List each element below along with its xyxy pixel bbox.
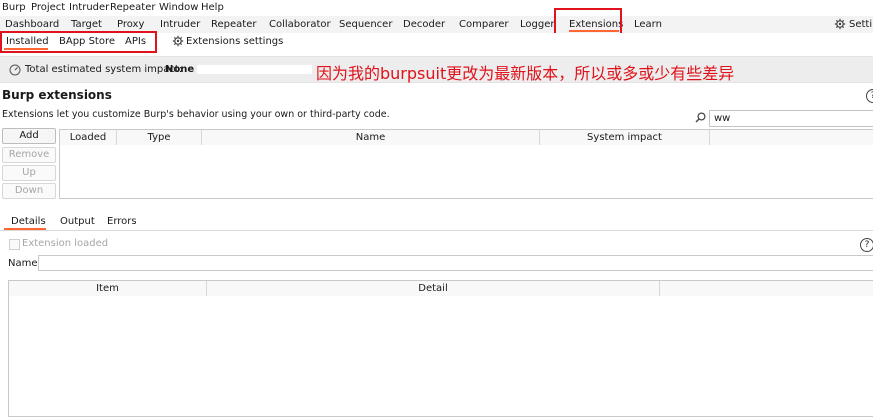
subtabs-highlight-box: [0, 31, 157, 53]
column-header-detail[interactable]: Detail: [207, 281, 660, 296]
tab-details[interactable]: Details: [11, 216, 46, 227]
details-table[interactable]: Item Detail: [8, 280, 873, 417]
tab-logger[interactable]: Logger: [520, 19, 554, 30]
search-input[interactable]: ww: [709, 110, 873, 127]
menu-repeater[interactable]: Repeater: [110, 2, 155, 13]
tab-repeater[interactable]: Repeater: [211, 19, 256, 30]
tab-dashboard[interactable]: Dashboard: [5, 19, 59, 30]
name-field[interactable]: [38, 255, 873, 271]
gauge-icon: [9, 64, 21, 79]
column-header-system-impact[interactable]: System impact: [540, 130, 710, 145]
column-header-loaded[interactable]: Loaded: [60, 130, 117, 145]
tab-collaborator[interactable]: Collaborator: [269, 19, 331, 30]
add-button[interactable]: Add: [2, 128, 56, 144]
gear-icon[interactable]: [834, 18, 846, 33]
help-icon[interactable]: ?: [866, 89, 873, 103]
annotation-text: 因为我的burpsuit更改为最新版本，所以或多或少有些差异: [316, 64, 735, 83]
extension-loaded-checkbox[interactable]: [9, 239, 20, 250]
active-details-tab-underline: [4, 228, 46, 230]
search-icon: [695, 112, 706, 126]
menu-help[interactable]: Help: [201, 2, 224, 13]
extensions-settings-button[interactable]: Extensions settings: [186, 36, 283, 47]
impact-value: None: [165, 64, 195, 75]
extensions-table[interactable]: Loaded Type Name System impact: [59, 129, 873, 199]
section-title: Burp extensions: [2, 88, 112, 102]
details-tabs: Details Output Errors: [0, 212, 873, 231]
name-label: Name:: [8, 258, 41, 269]
tab-proxy[interactable]: Proxy: [117, 19, 144, 30]
section-description: Extensions let you customize Burp's beha…: [2, 109, 390, 120]
tab-output[interactable]: Output: [60, 216, 95, 227]
remove-button[interactable]: Remove: [2, 147, 56, 163]
column-header-item[interactable]: Item: [9, 281, 207, 296]
menu-intruder[interactable]: Intruder: [69, 2, 109, 13]
column-header-name[interactable]: Name: [202, 130, 540, 145]
column-header-type[interactable]: Type: [117, 130, 202, 145]
help-icon[interactable]: ?: [860, 238, 873, 252]
gear-icon[interactable]: [172, 35, 184, 50]
extensions-highlight-box: [554, 8, 622, 36]
menu-project[interactable]: Project: [31, 2, 65, 13]
up-button[interactable]: Up: [2, 165, 56, 181]
search-input-value: ww: [714, 113, 731, 124]
tab-learn[interactable]: Learn: [634, 19, 662, 30]
tab-decoder[interactable]: Decoder: [403, 19, 445, 30]
settings-label[interactable]: Settings: [849, 19, 873, 30]
menu-burp[interactable]: Burp: [2, 2, 26, 13]
tab-intruder[interactable]: Intruder: [160, 19, 200, 30]
tab-errors[interactable]: Errors: [107, 216, 137, 227]
impact-label: Total estimated system impact:: [25, 64, 183, 75]
tab-target[interactable]: Target: [71, 19, 102, 30]
impact-meter: [197, 65, 312, 74]
tab-comparer[interactable]: Comparer: [459, 19, 508, 30]
tab-sequencer[interactable]: Sequencer: [339, 19, 392, 30]
column-header-empty: [660, 281, 873, 296]
column-header-empty: [710, 130, 873, 145]
menu-window[interactable]: Window: [159, 2, 198, 13]
menu-bar: Burp Project Intruder Repeater Window He…: [0, 0, 873, 16]
down-button[interactable]: Down: [2, 183, 56, 199]
extension-loaded-label: Extension loaded: [22, 238, 109, 249]
